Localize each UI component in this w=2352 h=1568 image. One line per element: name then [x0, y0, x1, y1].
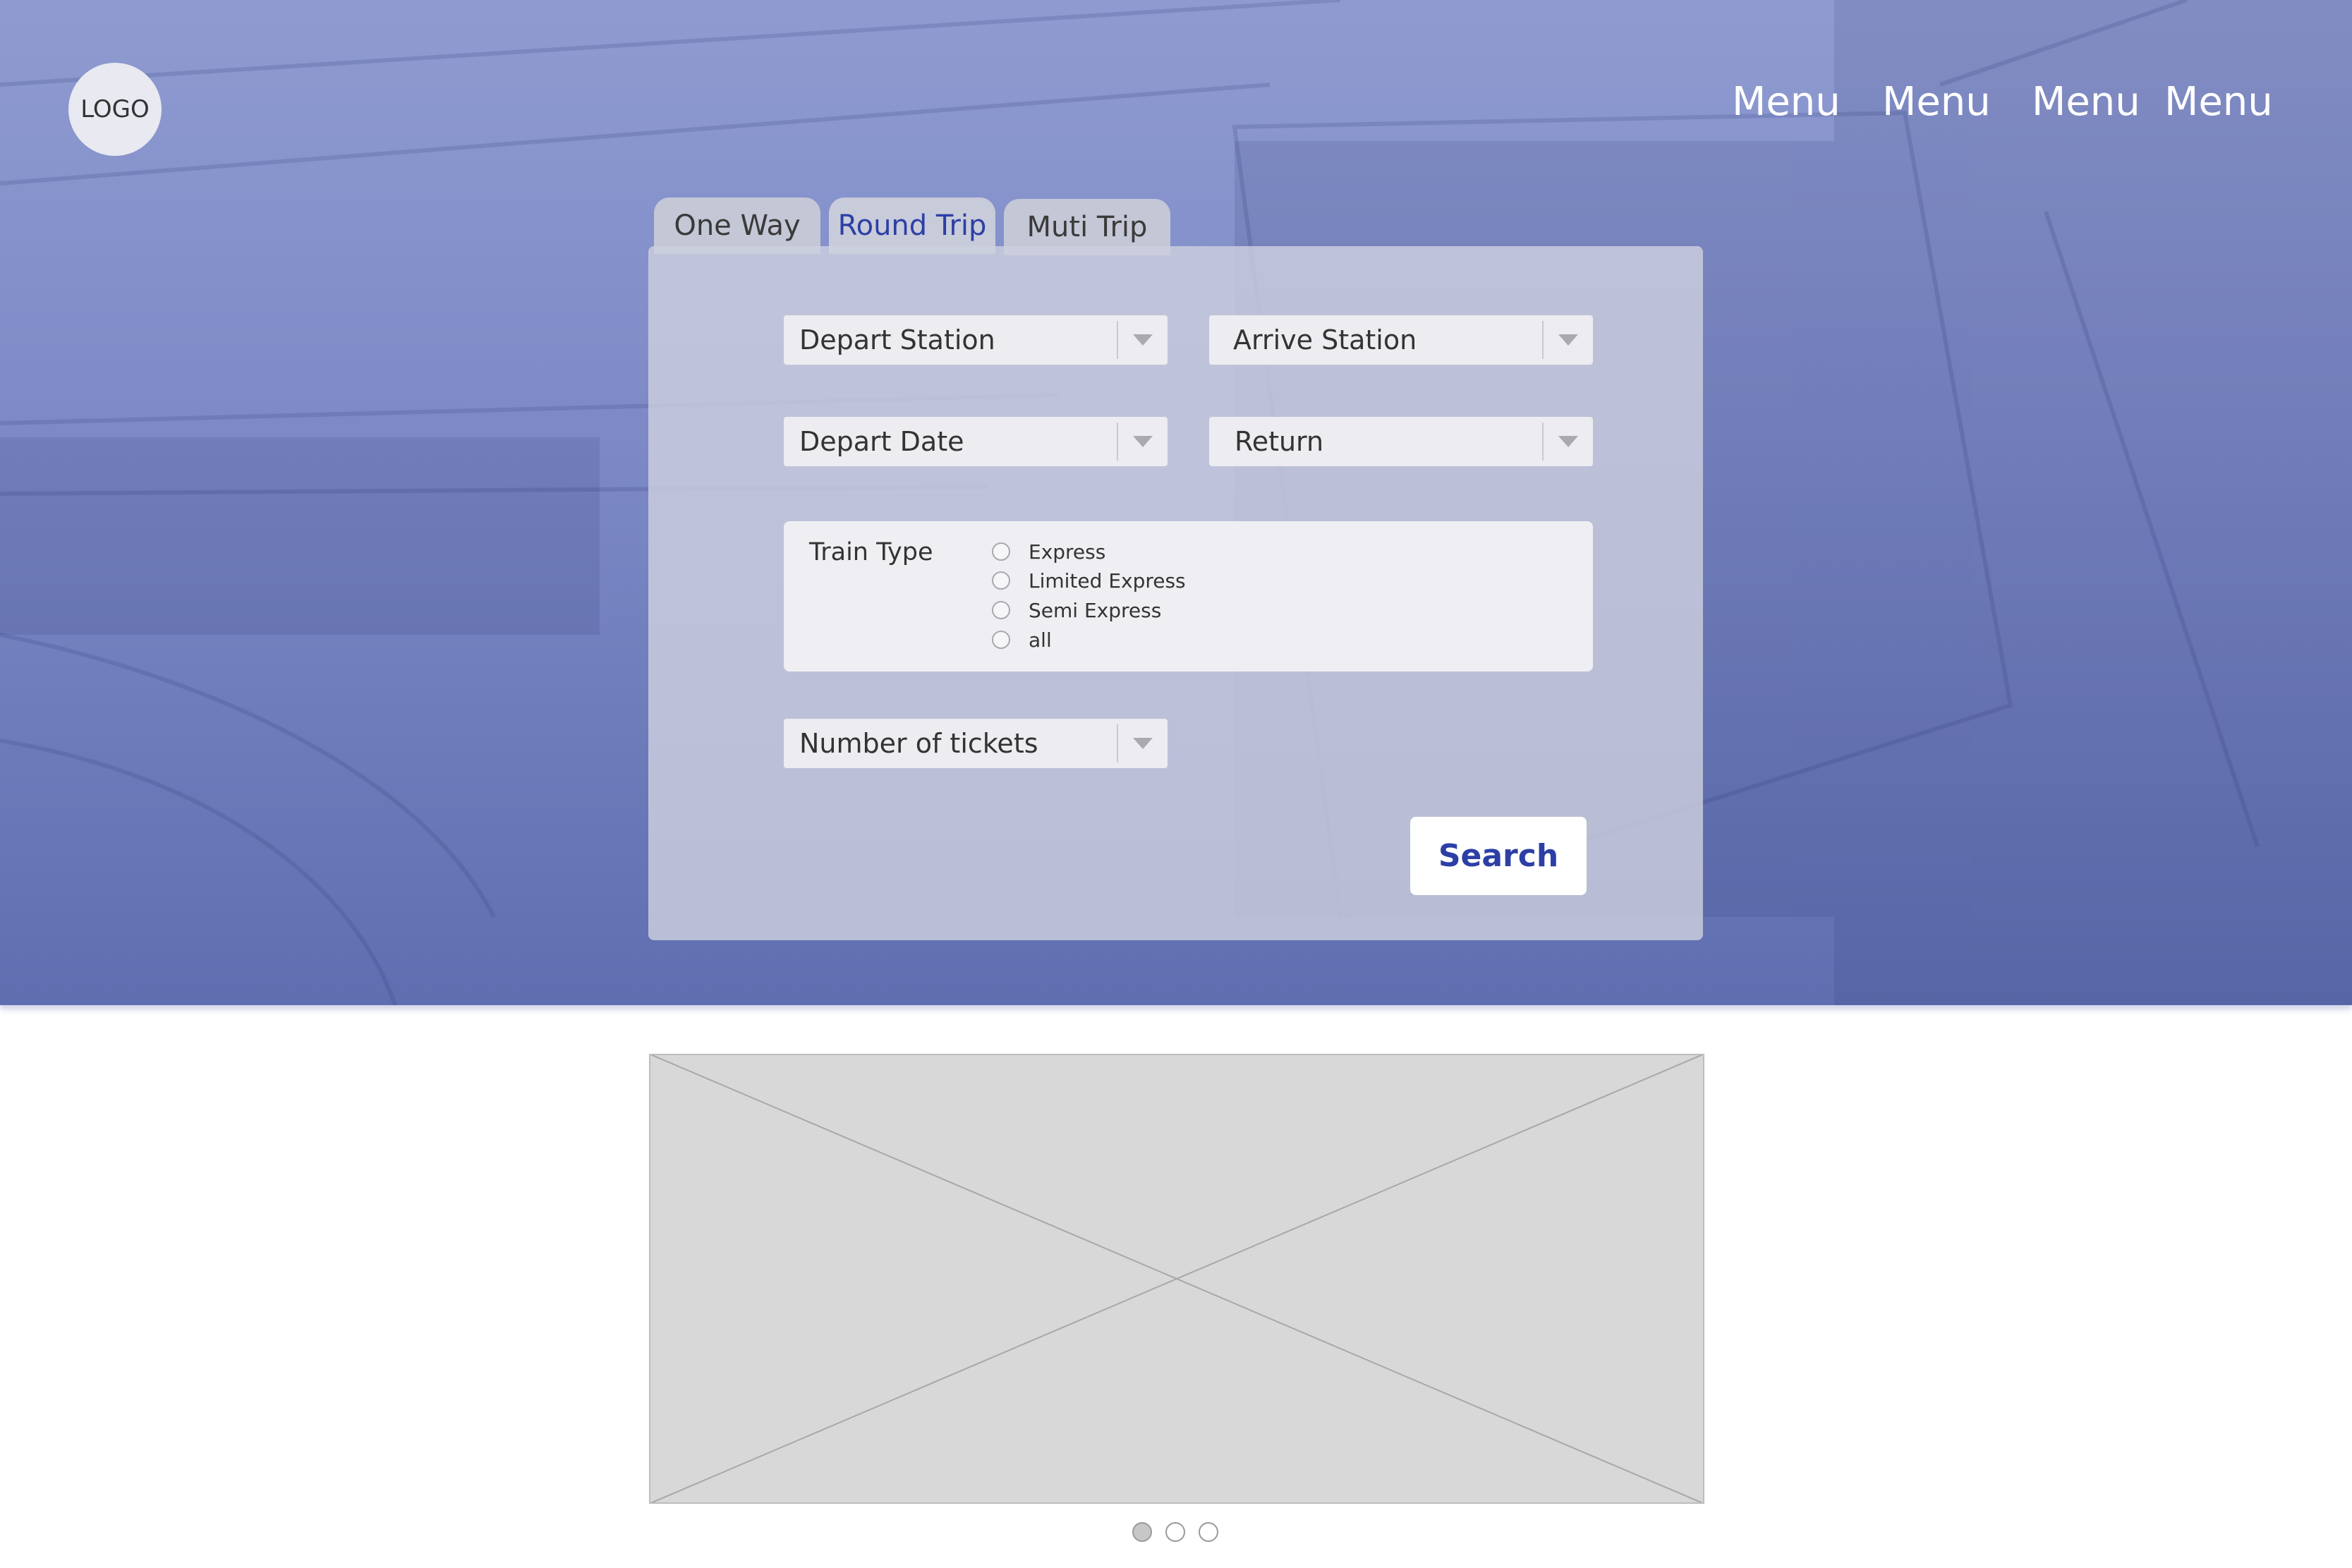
depart-date-label: Depart Date — [799, 426, 964, 457]
tab-one-way[interactable]: One Way — [654, 197, 820, 254]
radio-express-label: Express — [1029, 540, 1106, 564]
top-nav: Menu Menu Menu Menu — [0, 79, 2352, 128]
carousel-dot-3[interactable] — [1199, 1522, 1218, 1542]
tab-round-trip[interactable]: Round Trip — [829, 197, 995, 254]
radio-all[interactable]: all — [992, 626, 1052, 654]
nav-menu-2[interactable]: Menu — [1882, 79, 1991, 125]
nav-menu-4[interactable]: Menu — [2164, 79, 2273, 125]
nav-menu-3[interactable]: Menu — [2032, 79, 2140, 125]
radio-button-icon[interactable] — [992, 571, 1010, 590]
train-type-group: Train Type Express Limited Express Semi … — [784, 521, 1593, 671]
placeholder-cross-icon — [648, 1053, 1705, 1505]
radio-express[interactable]: Express — [992, 537, 1105, 566]
radio-semi-express-label: Semi Express — [1029, 598, 1162, 622]
return-date-select[interactable]: Return — [1209, 417, 1593, 466]
tab-multi-trip-label: Muti Trip — [1026, 211, 1148, 243]
tab-one-way-label: One Way — [674, 209, 801, 242]
radio-limited-express[interactable]: Limited Express — [992, 566, 1186, 595]
carousel-pagination — [0, 1522, 2352, 1543]
carousel-dot-2[interactable] — [1165, 1522, 1185, 1542]
search-button[interactable]: Search — [1410, 817, 1587, 895]
carousel-dot-1[interactable] — [1132, 1522, 1152, 1542]
radio-button-icon[interactable] — [992, 542, 1010, 561]
search-button-label: Search — [1438, 838, 1559, 874]
arrive-station-select[interactable]: Arrive Station — [1209, 315, 1593, 365]
chevron-down-icon — [1118, 334, 1168, 346]
hero-banner: LOGO Menu Menu Menu Menu One Way Round T… — [0, 0, 2352, 1005]
chevron-down-icon — [1118, 738, 1168, 749]
chevron-down-icon — [1544, 436, 1593, 447]
train-type-label: Train Type — [809, 538, 933, 566]
chevron-down-icon — [1118, 436, 1168, 447]
radio-all-label: all — [1029, 628, 1052, 652]
radio-button-icon[interactable] — [992, 601, 1010, 619]
depart-station-label: Depart Station — [799, 324, 995, 355]
chevron-down-icon — [1544, 334, 1593, 346]
depart-station-select[interactable]: Depart Station — [784, 315, 1168, 365]
nav-menu-1[interactable]: Menu — [1732, 79, 1841, 125]
tab-round-trip-label: Round Trip — [837, 209, 987, 242]
radio-semi-express[interactable]: Semi Express — [992, 596, 1161, 624]
depart-date-select[interactable]: Depart Date — [784, 417, 1168, 466]
arrive-station-label: Arrive Station — [1233, 324, 1417, 355]
radio-button-icon[interactable] — [992, 631, 1010, 649]
return-date-label: Return — [1235, 426, 1324, 457]
tickets-select[interactable]: Number of tickets — [784, 719, 1168, 768]
tickets-label: Number of tickets — [799, 728, 1038, 759]
radio-limited-express-label: Limited Express — [1029, 569, 1186, 592]
image-placeholder — [648, 1053, 1705, 1505]
booking-form-panel: Depart Station Arrive Station Depart Dat… — [648, 246, 1703, 940]
